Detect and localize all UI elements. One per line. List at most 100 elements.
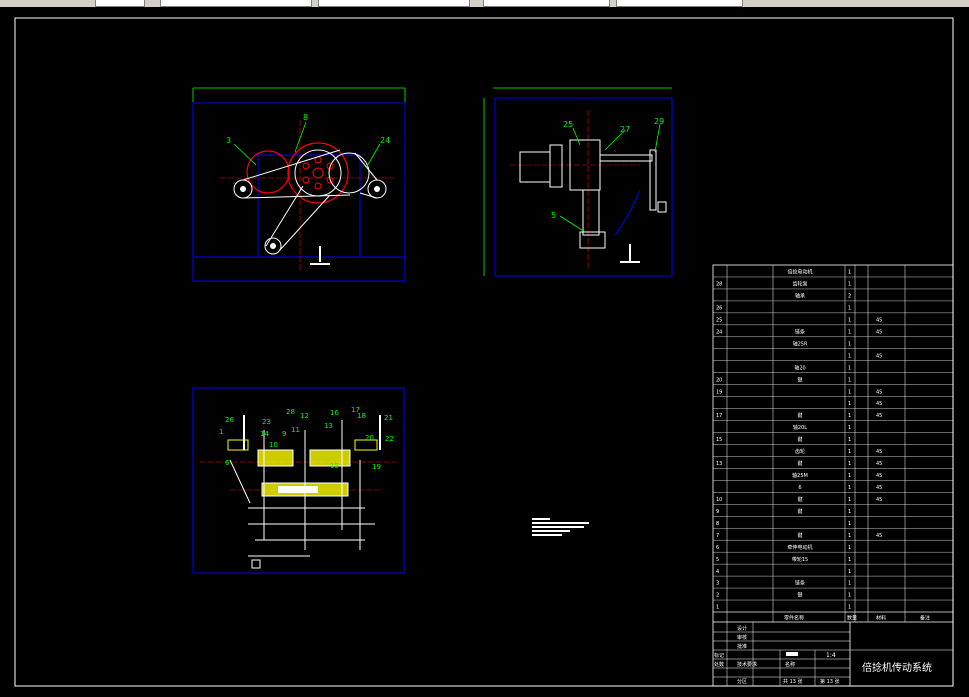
bom-cell-qty: 2	[848, 294, 851, 300]
bom-row: 7 键 1 45	[713, 532, 953, 541]
plan-label-18: 15	[330, 462, 339, 470]
plan-label-12: 18	[357, 412, 366, 420]
bom-cell-qty: 1	[848, 353, 851, 359]
bom-row: 1 45	[713, 353, 953, 361]
tb-tech-label: 技术要求	[737, 661, 757, 668]
bom-cell-qty: 1	[848, 545, 851, 551]
bom-cell-no: 3	[716, 581, 719, 587]
bom-cell-qty: 1	[848, 461, 851, 467]
bom-row: 轴25R 1	[713, 340, 953, 349]
plan-label-6: 28	[286, 408, 295, 416]
bom-table: 倍捻电动机 128 齿轮泵 1轴承 226 125 1 4524 链条 1 45轴25R 11 45轴2…	[712, 264, 954, 687]
bom-cell-qty: 1	[848, 306, 851, 312]
drawing-title: 倍捻机传动系统	[862, 661, 932, 674]
bom-border	[712, 264, 954, 687]
bom-cell-qty: 1	[848, 270, 851, 276]
bom-cell-qty: 1	[848, 485, 851, 491]
bom-header-qty: 数量	[847, 615, 857, 622]
bom-cell-name: 轴25R	[793, 340, 808, 347]
bom-row: 28 齿轮泵 1	[713, 281, 953, 290]
tb-row-label-4: 标记	[714, 652, 724, 659]
plan-label-15: 22	[385, 435, 394, 443]
bom-cell-name: 轴承	[795, 293, 805, 300]
bom-cell-qty: 1	[848, 413, 851, 419]
front-label-2: 8	[303, 113, 308, 122]
bom-cell-qty: 1	[848, 282, 851, 288]
bom-cell-name: 轴20	[794, 364, 805, 371]
bom-row: 26 1	[713, 306, 953, 314]
technical-notes	[532, 518, 589, 536]
front-view: 3 8 24	[192, 87, 406, 282]
toolbar-combo-2[interactable]	[160, 0, 312, 7]
bom-cell-name: 齿轮泵	[792, 281, 807, 288]
plan-label-10: 16	[330, 409, 339, 417]
bom-cell-name: 链条	[795, 328, 805, 335]
bom-row: 轴承 2	[713, 293, 953, 302]
bom-cell-name: 键	[797, 508, 802, 515]
bom-row: 1 45	[713, 401, 953, 409]
bom-row: 17 键 1 45	[713, 412, 953, 421]
tb-sheet-no: 第 13 张	[820, 678, 840, 685]
plan-label-2: 1	[219, 428, 223, 436]
bom-cell-name: 倍捻电动机	[787, 269, 812, 276]
bom-cell-name: 键	[797, 412, 802, 419]
bom-cell-qty: 1	[848, 317, 851, 323]
bom-cell-no: 1	[716, 605, 719, 611]
bom-cell-no: 13	[716, 461, 722, 467]
toolbar-combo-1[interactable]	[95, 0, 145, 7]
bom-row: 5 带轮15 1	[713, 556, 953, 565]
bom-cell-qty: 1	[848, 437, 851, 443]
toolbar-combo-3[interactable]	[318, 0, 470, 7]
bom-row: 11	[713, 605, 953, 613]
bom-cell-name: 带轮15	[792, 556, 808, 563]
bom-cell-qty: 1	[848, 449, 851, 455]
bom-row: 3 链条 1	[713, 580, 953, 589]
bom-cell-no: 24	[716, 329, 722, 335]
bom-cell-no: 4	[716, 569, 719, 575]
bom-cell-name: 6	[798, 485, 801, 491]
bom-cell-name: 轴25M	[792, 472, 808, 479]
bom-row: 2 键 1	[713, 592, 953, 601]
bom-cell-name: 牵伸电动机	[787, 544, 812, 551]
cad-canvas[interactable]: 3 8 24 25 27 29 5 26 1 23 14 9 28 12 11 …	[0, 7, 969, 693]
bom-row: 轴20L 1	[713, 424, 953, 433]
tb-row-label-2: 审核	[737, 634, 747, 641]
front-label-3: 24	[380, 136, 390, 145]
bom-cell-material: 45	[876, 353, 882, 359]
bom-row: 19 1 45	[713, 389, 953, 397]
tb-row-label-5: 处数	[714, 661, 724, 668]
bom-cell-name: 键	[797, 460, 802, 467]
plan-label-1: 26	[225, 416, 234, 424]
bom-cell-qty: 1	[848, 533, 851, 539]
bom-header-note: 备注	[920, 615, 930, 622]
bom-header-material: 材料	[876, 615, 886, 622]
tb-name-label: 名称	[785, 661, 795, 668]
bom-cell-no: 7	[716, 533, 719, 539]
bom-row: 20 键 1	[713, 376, 953, 385]
bom-cell-no: 20	[716, 377, 722, 383]
side-view: 25 27 29 5	[483, 87, 673, 277]
side-label-2: 27	[620, 125, 630, 134]
bom-cell-qty: 1	[848, 425, 851, 431]
bom-cell-material: 45	[876, 389, 882, 395]
toolbar-combo-5[interactable]	[616, 0, 743, 7]
bom-header-part: 零件名称	[784, 615, 804, 622]
bom-cell-qty: 1	[848, 341, 851, 347]
bom-cell-material: 45	[876, 485, 882, 491]
bom-cell-name: 链条	[795, 580, 805, 587]
toolbar-combo-4[interactable]	[483, 0, 610, 7]
tb-row-label-1: 设计	[737, 625, 747, 632]
bom-cell-qty: 1	[848, 569, 851, 575]
bom-cell-no: 28	[716, 282, 722, 288]
plan-label-13: 21	[384, 414, 393, 422]
bom-cell-name: 键	[797, 376, 802, 383]
plan-label-4: 14	[260, 430, 269, 438]
bom-cell-name: 键	[797, 532, 802, 539]
bom-cell-no: 5	[716, 557, 719, 563]
plan-view: 26 1 23 14 9 28 12 11 13 16 17 18 21 20 …	[192, 387, 405, 574]
bom-row: 10 键 1 45	[713, 496, 953, 505]
bom-row: 81	[713, 521, 953, 529]
bom-cell-material: 45	[876, 449, 882, 455]
bom-row: 24 链条 1 45	[713, 328, 953, 337]
plan-label-16: 10	[269, 441, 278, 449]
